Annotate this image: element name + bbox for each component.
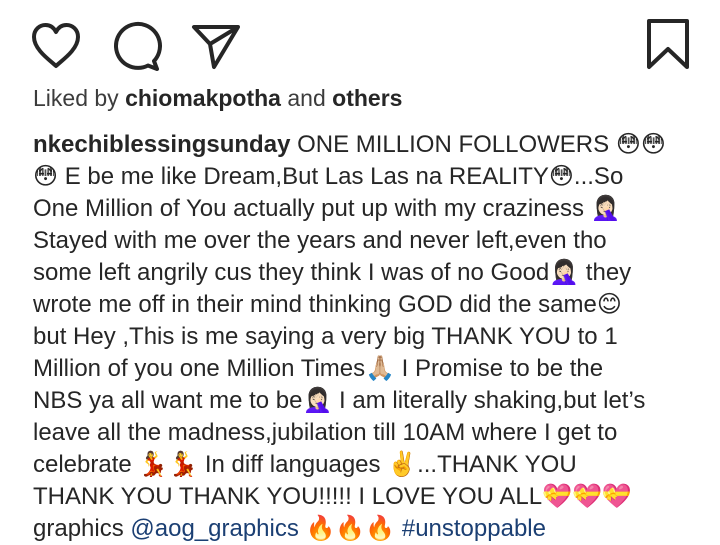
caption-text: graphics — [33, 515, 131, 542]
caption-line: NBS ya all want me to be🤦🏻‍♀️ I am liter… — [33, 387, 646, 414]
likes-conjunction: and — [280, 85, 333, 111]
caption-line: leave all the madness,jubilation till 10… — [33, 419, 618, 446]
post-action-bar — [0, 0, 720, 80]
caption-line: nkechiblessingsunday ONE MILLION FOLLOWE… — [33, 129, 697, 161]
caption-username[interactable]: nkechiblessingsunday — [33, 131, 290, 158]
caption-line: One Million of You actually put up with … — [33, 195, 621, 222]
heart-icon[interactable] — [30, 22, 82, 70]
caption-text: ONE MILLION FOLLOWERS 😳😳 — [290, 131, 666, 158]
caption-line: celebrate 💃💃 In diff languages ✌️...THAN… — [33, 451, 577, 478]
caption-line: Million of you one Million Times🙏🏼 I Pro… — [33, 355, 604, 382]
likes-prefix: Liked by — [33, 85, 126, 111]
caption-line: Stayed with me over the years and never … — [33, 227, 607, 254]
caption-line: but Hey ,This is me saying a very big TH… — [33, 323, 618, 350]
fire-emojis: 🔥🔥🔥 — [298, 515, 402, 542]
caption-line: THANK YOU THANK YOU!!!!! I LOVE YOU ALL💝… — [33, 483, 632, 510]
caption-line: 😳 E be me like Dream,But Las Las na REAL… — [33, 163, 624, 190]
liked-by-others-link[interactable]: others — [332, 85, 402, 111]
hashtag-link[interactable]: #unstoppable — [402, 515, 546, 542]
paper-plane-icon[interactable] — [190, 22, 242, 70]
post-caption: nkechiblessingsunday ONE MILLION FOLLOWE… — [33, 129, 697, 545]
mention-link[interactable]: @aog_graphics — [130, 515, 298, 542]
comment-icon[interactable] — [110, 20, 162, 72]
bookmark-icon[interactable] — [645, 18, 691, 70]
caption-line: some left angrily cus they think I was o… — [33, 259, 632, 286]
caption-line: graphics @aog_graphics 🔥🔥🔥 #unstoppable — [33, 513, 697, 545]
likes-summary: Liked by chiomakpotha and others — [33, 82, 402, 114]
caption-line: wrote me off in their mind thinking GOD … — [33, 291, 622, 318]
liked-by-username[interactable]: chiomakpotha — [125, 85, 281, 111]
